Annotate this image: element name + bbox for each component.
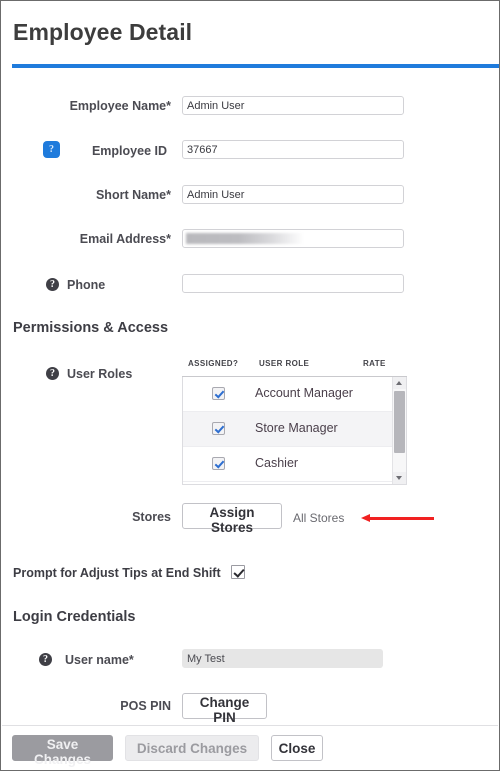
change-pin-button[interactable]: Change PIN bbox=[182, 693, 267, 725]
field-row-employee-name: Employee Name* bbox=[1, 96, 499, 120]
username-label: User name* bbox=[65, 653, 134, 667]
field-row-phone: ? Phone bbox=[1, 274, 499, 298]
column-header-user-role: USER ROLE bbox=[259, 359, 310, 368]
short-name-input[interactable] bbox=[182, 185, 404, 204]
employee-detail-dialog: Employee Detail Employee Name* Employee … bbox=[0, 0, 500, 771]
permissions-heading: Permissions & Access bbox=[13, 320, 169, 336]
phone-label: Phone bbox=[67, 278, 106, 292]
chevron-down-icon[interactable] bbox=[393, 472, 406, 484]
help-icon-username[interactable]: ? bbox=[39, 653, 52, 666]
stores-value-text: All Stores bbox=[293, 511, 345, 525]
login-credentials-heading: Login Credentials bbox=[13, 609, 136, 625]
pos-pin-label: POS PIN bbox=[120, 699, 171, 713]
phone-input[interactable] bbox=[182, 274, 404, 293]
user-roles-table-header: ASSIGNED? USER ROLE RATE bbox=[182, 356, 407, 377]
close-button[interactable]: Close bbox=[271, 735, 323, 761]
table-row[interactable]: Cashier bbox=[183, 447, 406, 482]
chevron-up-icon[interactable] bbox=[393, 377, 406, 389]
user-roles-table: ASSIGNED? USER ROLE RATE Account Manager… bbox=[182, 356, 407, 485]
user-roles-label: User Roles bbox=[67, 367, 133, 381]
email-address-label: Email Address* bbox=[79, 232, 171, 246]
title-divider bbox=[12, 64, 499, 68]
user-role-name: Account Manager bbox=[255, 386, 353, 400]
field-row-username: ? User name* bbox=[1, 649, 499, 673]
user-roles-scrollbar[interactable] bbox=[392, 377, 406, 484]
field-row-short-name: Short Name* bbox=[1, 185, 499, 209]
field-row-employee-id: Employee ID bbox=[1, 140, 499, 164]
table-row[interactable]: Account Manager bbox=[183, 377, 406, 412]
short-name-label: Short Name* bbox=[95, 188, 171, 202]
user-roles-table-body: Account Manager Store Manager Cashier bbox=[182, 377, 407, 485]
help-icon-user-roles[interactable]: ? bbox=[46, 367, 59, 380]
assigned-checkbox[interactable] bbox=[212, 457, 225, 470]
column-header-assigned: ASSIGNED? bbox=[188, 359, 239, 368]
save-changes-button[interactable]: Save Changes bbox=[12, 735, 113, 767]
stores-label: Stores bbox=[132, 510, 171, 524]
table-row[interactable]: Store Manager bbox=[183, 412, 406, 447]
assigned-checkbox[interactable] bbox=[212, 422, 225, 435]
username-input[interactable] bbox=[182, 649, 383, 668]
help-icon-phone[interactable]: ? bbox=[46, 278, 59, 291]
assign-stores-button[interactable]: Assign Stores bbox=[182, 503, 282, 535]
footer-divider bbox=[2, 725, 498, 726]
email-redaction-overlay bbox=[186, 233, 304, 244]
field-row-email-address: Email Address* bbox=[1, 229, 499, 253]
user-role-name: Cashier bbox=[255, 456, 299, 470]
prompt-tips-checkbox[interactable] bbox=[231, 565, 245, 579]
user-role-name: Store Manager bbox=[255, 421, 338, 435]
employee-id-label: Employee ID bbox=[91, 144, 167, 158]
employee-name-label: Employee Name* bbox=[69, 99, 171, 113]
discard-changes-button[interactable]: Discard Changes bbox=[125, 735, 259, 761]
annotation-arrow-icon bbox=[361, 514, 434, 523]
employee-name-input[interactable] bbox=[182, 96, 404, 115]
assigned-checkbox[interactable] bbox=[212, 387, 225, 400]
employee-id-input[interactable] bbox=[182, 140, 404, 159]
column-header-rate: RATE bbox=[363, 359, 386, 368]
page-title: Employee Detail bbox=[13, 19, 193, 45]
prompt-tips-label: Prompt for Adjust Tips at End Shift bbox=[13, 566, 221, 580]
scrollbar-thumb[interactable] bbox=[394, 391, 405, 453]
